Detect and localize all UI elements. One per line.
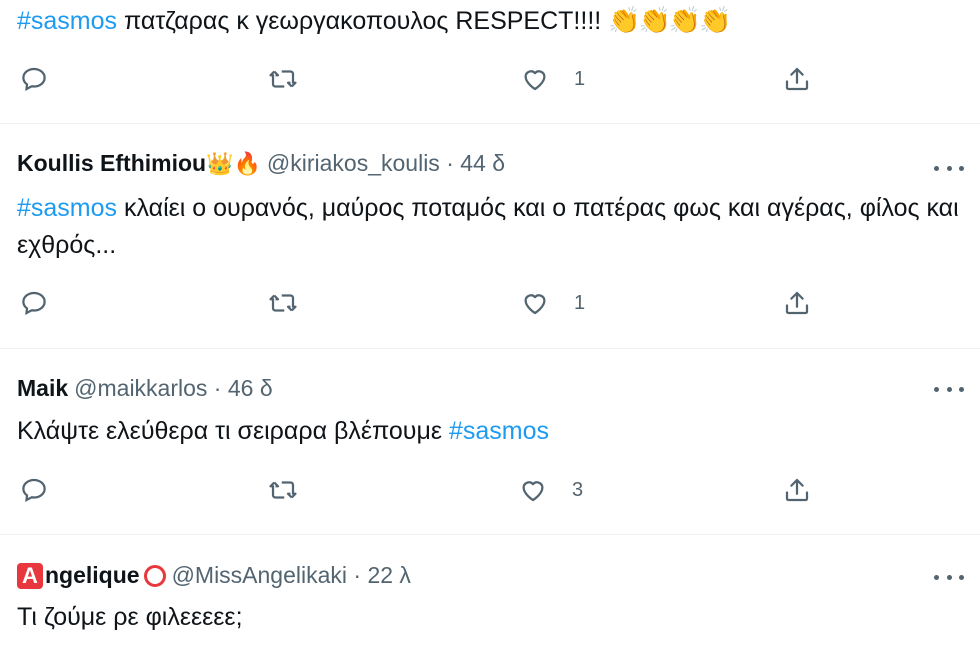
circle-emoji: [143, 564, 166, 587]
hashtag-link[interactable]: #sasmos: [17, 194, 117, 222]
tweet-header: Angelique @MissAngelikaki · 22 λ: [17, 562, 411, 589]
hashtag-link[interactable]: #sasmos: [17, 7, 117, 35]
tweet-text: Τι ζούμε ρε φιλεεεεε;: [17, 599, 967, 636]
share-icon: [785, 67, 809, 91]
reply-button[interactable]: [19, 64, 49, 94]
retweet-icon: [269, 294, 297, 312]
reply-button[interactable]: [19, 288, 49, 318]
display-name[interactable]: Koullis Efthimiou: [17, 150, 206, 177]
tweet[interactable]: Koullis Efthimiou 👑🔥 @kiriakos_koulis · 44…: [0, 124, 980, 349]
like-count: 1: [574, 291, 586, 314]
reply-icon: [22, 291, 46, 315]
heart-icon: [524, 294, 546, 315]
more-options-button[interactable]: [934, 379, 964, 399]
tweet-header: Maik @maikkarlos · 46 δ: [17, 375, 273, 402]
retweet-icon: [269, 481, 297, 499]
like-count: 1: [574, 67, 586, 90]
handle-and-time[interactable]: @MissAngelikaki · 22 λ: [172, 562, 411, 589]
tweet[interactable]: Angelique @MissAngelikaki · 22 λ Τι ζούμε…: [0, 535, 980, 646]
tweet[interactable]: #sasmos πατζαρας κ γεωργακοπουλος RESPEC…: [0, 0, 980, 124]
retweet-button[interactable]: [268, 475, 298, 505]
tweet-header: Koullis Efthimiou 👑🔥 @kiriakos_koulis · 44…: [17, 150, 505, 177]
tweet-actions: 1: [0, 64, 980, 98]
like-count: 3: [572, 478, 584, 501]
clap-emoji: 👏👏👏👏: [608, 5, 731, 35]
tweet-text: Κλάψτε ελεύθερα τι σειραρα βλέπουμε #sas…: [17, 413, 967, 450]
display-name[interactable]: ngelique: [45, 562, 140, 589]
name-badge-a: A: [17, 562, 43, 589]
more-icon: [934, 386, 939, 392]
reply-icon: [22, 67, 46, 91]
tweet-text: #sasmos κλαίει ο ουρανός, μαύρος ποταμός…: [17, 190, 967, 264]
heart-icon: [522, 481, 544, 502]
retweet-icon: [269, 70, 297, 88]
tweet-text-body: Κλάψτε ελεύθερα τι σειραρα βλέπουμε: [17, 417, 449, 445]
handle-and-time[interactable]: @maikkarlos · 46 δ: [74, 375, 272, 402]
share-icon: [785, 478, 809, 502]
hashtag-link[interactable]: #sasmos: [449, 417, 549, 445]
reply-icon: [22, 478, 46, 502]
name-emoji: 👑🔥: [206, 150, 261, 176]
retweet-button[interactable]: [268, 288, 298, 318]
tweet[interactable]: Maik @maikkarlos · 46 δ Κλάψτε ελεύθερα τ…: [0, 349, 980, 535]
share-icon: [785, 291, 809, 315]
more-options-button[interactable]: [934, 158, 964, 178]
more-options-button[interactable]: [934, 567, 964, 587]
more-icon: [934, 165, 939, 171]
like-button[interactable]: 1: [520, 288, 585, 318]
display-name[interactable]: Maik: [17, 375, 68, 402]
share-button[interactable]: [782, 475, 812, 505]
retweet-button[interactable]: [268, 64, 298, 94]
tweet-text-body: Τι ζούμε ρε φιλεεεεε;: [17, 603, 243, 631]
more-icon: [934, 574, 939, 580]
like-button[interactable]: 1: [520, 64, 585, 94]
like-button[interactable]: 3: [518, 475, 583, 505]
tweet-text: #sasmos πατζαρας κ γεωργακοπουλος RESPEC…: [17, 2, 967, 40]
handle-and-time[interactable]: @kiriakos_koulis · 44 δ: [267, 150, 505, 177]
heart-icon: [524, 70, 546, 91]
share-button[interactable]: [782, 64, 812, 94]
tweet-actions: 3: [0, 475, 980, 509]
tweet-actions: 1: [0, 288, 980, 322]
share-button[interactable]: [782, 288, 812, 318]
tweet-text-body: πατζαρας κ γεωργακοπουλος RESPECT!!!!: [117, 7, 609, 35]
tweet-text-body: κλαίει ο ουρανός, μαύρος ποταμός και ο π…: [17, 194, 959, 259]
reply-button[interactable]: [19, 475, 49, 505]
